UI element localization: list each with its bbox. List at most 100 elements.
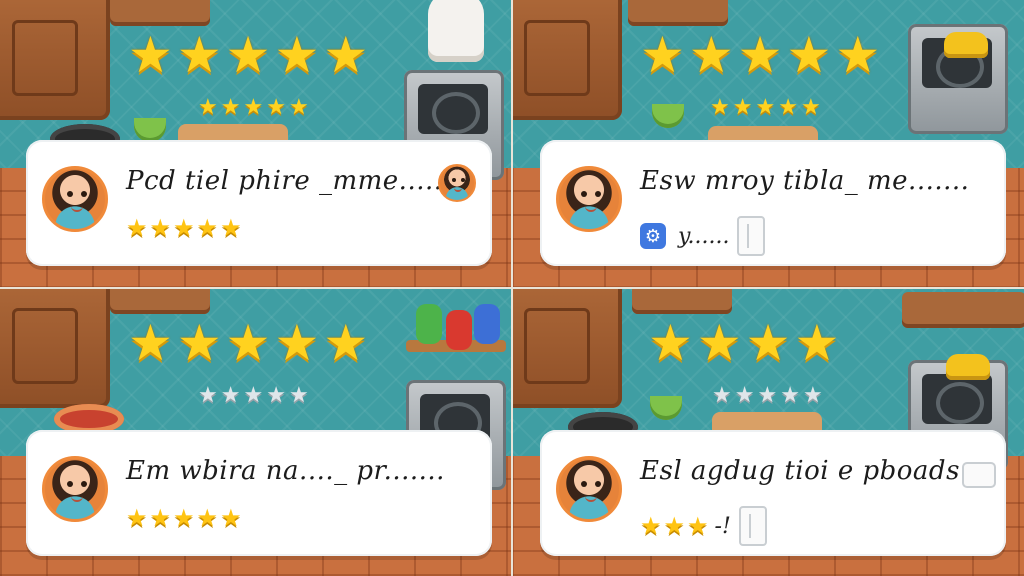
panel-2: ★ ★ ★ ★ ★ ★ ★ ★ ★ ★ Esw mroy tibla_ me....... ⚙ … <box>512 0 1024 288</box>
small-star-rating: ★ ★ ★ ★ ★ <box>710 97 821 119</box>
review-star-icon: ★ <box>149 504 172 532</box>
review-star-icon: ★ <box>126 504 148 532</box>
salad-bowl <box>650 396 682 420</box>
gear-icon[interactable]: ⚙ <box>640 223 666 249</box>
small-star-icon: ★ <box>757 383 778 408</box>
review-star-icon: ★ <box>173 214 195 242</box>
big-star-icon: ★ <box>786 26 832 84</box>
wall-shelf <box>628 0 728 26</box>
review-star-icon: ★ <box>196 214 219 242</box>
big-star-icon: ★ <box>274 26 320 84</box>
small-star-icon: ★ <box>780 383 800 408</box>
big-star-icon: ★ <box>835 26 881 84</box>
review-stars: ★ ★ ★ -! <box>640 506 767 546</box>
review-star-icon: ★ <box>220 214 242 242</box>
salad-bowl <box>652 104 684 128</box>
big-star-icon: ★ <box>128 26 173 84</box>
big-star-icon: ★ <box>745 314 791 372</box>
small-star-rating: ★ ★ ★ ★ ★ <box>198 385 309 407</box>
review-grid: ★ ★ ★ ★ ★ ★ ★ ★ ★ ★ Pcd tiel phire _mme...... ★ ★… <box>0 0 1024 576</box>
review-star-icon: ★ <box>663 512 686 540</box>
big-star-icon: ★ <box>274 314 320 372</box>
review-star-icon: ★ <box>220 504 242 532</box>
wall-shelf <box>110 0 210 26</box>
review-star-icon: ★ <box>149 214 172 242</box>
review-card[interactable]: Esw mroy tibla_ me....... ⚙ y...... <box>540 140 1006 266</box>
review-extra-text: y...... <box>678 223 730 249</box>
reviewer-avatar <box>556 456 622 522</box>
small-star-icon: ★ <box>288 95 309 120</box>
small-star-icon: ★ <box>710 95 730 120</box>
kettle <box>946 354 990 380</box>
small-star-rating: ★ ★ ★ ★ ★ <box>198 97 309 119</box>
small-star-icon: ★ <box>220 383 241 408</box>
review-text: Pcd tiel phire _mme...... <box>126 166 452 196</box>
review-footer: ⚙ y...... <box>640 216 766 256</box>
big-star-rating: ★ ★ ★ ★ ★ <box>128 30 368 80</box>
big-star-icon: ★ <box>225 26 271 84</box>
big-star-rating: ★ ★ ★ ★ ★ <box>128 318 368 368</box>
big-star-icon: ★ <box>176 314 222 372</box>
panel-1: ★ ★ ★ ★ ★ ★ ★ ★ ★ ★ Pcd tiel phire _mme...... ★ ★… <box>0 0 512 288</box>
small-star-icon: ★ <box>198 95 218 120</box>
review-card[interactable]: Em wbira na...._ pr....... ★ ★ ★ ★ ★ <box>26 430 492 556</box>
big-star-rating: ★ ★ ★ ★ ★ <box>640 30 880 80</box>
big-star-icon: ★ <box>794 314 840 372</box>
review-star-icon: ★ <box>126 214 148 242</box>
reviewer-avatar <box>556 166 622 232</box>
document-icon[interactable] <box>738 506 767 546</box>
review-stars: ★ ★ ★ ★ ★ <box>126 506 242 530</box>
reviewer-avatar <box>42 166 108 232</box>
big-star-icon: ★ <box>688 26 734 84</box>
big-star-icon: ★ <box>737 26 783 84</box>
review-star-icon: ★ <box>687 512 709 540</box>
big-star-icon: ★ <box>640 26 685 84</box>
reviewer-avatar <box>42 456 108 522</box>
wooden-cabinet <box>512 0 622 120</box>
big-star-icon: ★ <box>323 26 369 84</box>
review-star-icon: ★ <box>173 504 195 532</box>
salad-bowl <box>134 118 166 142</box>
panel-3: ★ ★ ★ ★ ★ ★ ★ ★ ★ ★ Em wbira na...._ pr....... ★… <box>0 288 512 576</box>
side-table <box>902 292 1024 328</box>
chef-pot <box>428 0 484 62</box>
document-icon[interactable] <box>737 216 766 256</box>
review-stars: ★ ★ ★ ★ ★ <box>126 216 242 240</box>
review-card[interactable]: Esl agdug tioi e pboads... ★ ★ ★ -! <box>540 430 1006 556</box>
small-star-icon: ★ <box>800 95 821 120</box>
wooden-cabinet <box>0 0 110 120</box>
reviewer-mini-avatar <box>438 164 476 202</box>
review-text: Em wbira na...._ pr....... <box>126 456 445 486</box>
small-star-icon: ★ <box>755 95 776 120</box>
small-star-icon: ★ <box>266 95 286 120</box>
review-card[interactable]: Pcd tiel phire _mme...... ★ ★ ★ ★ ★ <box>26 140 492 266</box>
review-extra-text: -! <box>714 513 731 539</box>
big-star-icon: ★ <box>696 314 742 372</box>
big-star-rating: ★ ★ ★ ★ <box>648 318 839 368</box>
note-icon[interactable] <box>962 462 996 488</box>
big-star-icon: ★ <box>225 314 271 372</box>
wooden-cabinet <box>512 288 622 408</box>
green-bottle <box>416 304 442 344</box>
red-bottle <box>446 310 472 350</box>
small-star-icon: ★ <box>198 383 218 408</box>
kettle <box>944 32 988 58</box>
review-text: Esw mroy tibla_ me....... <box>640 166 970 196</box>
wall-shelf <box>632 288 732 314</box>
small-star-icon: ★ <box>802 383 823 408</box>
review-star-icon: ★ <box>196 504 219 532</box>
review-star-icon: ★ <box>640 512 662 540</box>
small-star-icon: ★ <box>734 383 755 408</box>
small-star-icon: ★ <box>243 383 264 408</box>
panel-4: ★ ★ ★ ★ ★ ★ ★ ★ ★ Esl agdug tioi e pboads... ★ ★… <box>512 288 1024 576</box>
small-star-icon: ★ <box>732 95 753 120</box>
big-star-icon: ★ <box>648 314 693 372</box>
small-star-icon: ★ <box>266 383 286 408</box>
big-star-icon: ★ <box>176 26 222 84</box>
wall-shelf <box>110 288 210 314</box>
small-star-icon: ★ <box>243 95 264 120</box>
big-star-icon: ★ <box>323 314 369 372</box>
blue-bottle <box>474 304 500 344</box>
panel-divider-horizontal <box>0 287 1024 289</box>
wooden-cabinet <box>0 288 110 408</box>
